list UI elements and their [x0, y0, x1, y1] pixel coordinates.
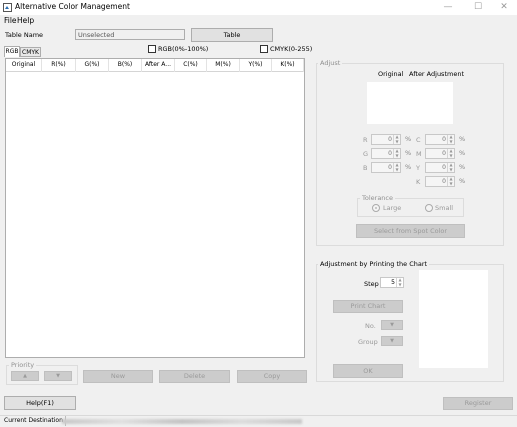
spinner-arrows-icon[interactable]: ▲ ▼ — [447, 148, 454, 158]
current-destination-label: Current Destination — [2, 416, 66, 426]
help-button[interactable]: Help(F1) — [4, 396, 76, 410]
color-preview — [367, 82, 453, 124]
col-k[interactable]: K(%) — [272, 59, 304, 72]
cmyk-255-checkbox[interactable] — [260, 45, 268, 53]
print-chart-button[interactable]: Print Chart — [333, 300, 403, 313]
k-spinner[interactable]: 0 ▲ ▼ — [425, 176, 455, 187]
rgb-percent-checkbox[interactable] — [148, 45, 156, 53]
tab-rgb[interactable]: RGB — [4, 46, 20, 57]
no-label: No. — [365, 322, 376, 330]
group-label: Group — [358, 338, 378, 346]
col-original[interactable]: Original — [6, 59, 42, 72]
register-button[interactable]: Register — [443, 397, 513, 410]
tolerance-small-radio[interactable] — [425, 204, 433, 212]
k-label: K — [416, 178, 421, 186]
tab-cmyk[interactable]: CMYK — [20, 47, 41, 57]
spinner-arrows-icon[interactable]: ▲ ▼ — [447, 162, 454, 172]
spinner-arrows-icon[interactable]: ▲ ▼ — [393, 148, 400, 158]
minimize-button[interactable]: — — [434, 0, 462, 15]
r-spinner[interactable]: 0 ▲ ▼ — [371, 134, 401, 145]
close-button[interactable]: ✕ — [490, 0, 517, 15]
after-adjustment-label: After Adjustment — [409, 70, 464, 78]
no-dropdown[interactable]: ▼ — [381, 320, 403, 330]
table-header: Original R(%) G(%) B(%) After A... C(%) … — [6, 59, 304, 72]
c-spinner[interactable]: 0 ▲ ▼ — [425, 134, 455, 145]
copy-button[interactable]: Copy — [237, 370, 307, 383]
col-m[interactable]: M(%) — [207, 59, 240, 72]
tolerance-large-label: Large — [383, 204, 402, 212]
col-g[interactable]: G(%) — [76, 59, 109, 72]
k-unit: % — [459, 177, 466, 185]
cmyk-255-label: CMYK(0-255) — [270, 45, 313, 53]
b-label: B — [363, 164, 368, 172]
chevron-down-icon: ▼ — [390, 338, 394, 344]
m-spinner[interactable]: 0 ▲ ▼ — [425, 148, 455, 159]
tolerance-title: Tolerance — [360, 194, 395, 202]
menu-file[interactable]: File — [4, 15, 17, 26]
arrow-up-icon: ▲ — [23, 373, 27, 379]
g-spinner[interactable]: 0 ▲ ▼ — [371, 148, 401, 159]
tolerance-large-radio[interactable] — [372, 204, 380, 212]
r-unit: % — [405, 135, 412, 143]
col-b[interactable]: B(%) — [109, 59, 142, 72]
y-unit: % — [459, 163, 466, 171]
current-destination-value — [62, 419, 302, 424]
maximize-button[interactable]: ☐ — [464, 0, 492, 15]
col-r[interactable]: R(%) — [42, 59, 76, 72]
table-name-label: Table Name — [5, 31, 44, 39]
priority-title: Priority — [9, 361, 37, 369]
menu-bar — [0, 15, 517, 26]
original-label: Original — [378, 70, 404, 78]
table-button[interactable]: Table — [191, 28, 273, 42]
b-spinner[interactable]: 0 ▲ ▼ — [371, 162, 401, 173]
col-c[interactable]: C(%) — [175, 59, 207, 72]
select-from-spot-color-button[interactable]: Select from Spot Color — [356, 224, 465, 238]
window-title: Alternative Color Management — [15, 2, 130, 11]
menu-help[interactable]: Help — [17, 15, 34, 26]
spinner-arrows-icon[interactable]: ▲ ▼ — [447, 134, 454, 144]
app-icon — [3, 3, 12, 12]
g-label: G — [363, 150, 369, 158]
step-spinner[interactable]: 5 ▲ ▼ — [380, 277, 404, 288]
c-unit: % — [459, 135, 466, 143]
g-unit: % — [405, 149, 412, 157]
y-label: Y — [416, 164, 420, 172]
col-y[interactable]: Y(%) — [240, 59, 272, 72]
chart-title: Adjustment by Printing the Chart — [318, 260, 430, 268]
c-label: C — [416, 136, 421, 144]
delete-button[interactable]: Delete — [159, 370, 230, 383]
arrow-down-icon: ▼ — [56, 373, 60, 379]
m-label: M — [416, 150, 422, 158]
b-unit: % — [405, 163, 412, 171]
tolerance-small-label: Small — [435, 204, 454, 212]
adjust-title: Adjust — [318, 59, 343, 67]
new-button[interactable]: New — [83, 370, 153, 383]
group-dropdown[interactable]: ▼ — [381, 336, 403, 346]
spinner-arrows-icon[interactable]: ▲ ▼ — [447, 176, 454, 186]
spinner-arrows-icon[interactable]: ▲ ▼ — [393, 162, 400, 172]
r-label: R — [363, 136, 368, 144]
chart-preview — [419, 270, 488, 368]
table-name-value: Unselected — [78, 31, 115, 39]
ok-button[interactable]: OK — [333, 364, 403, 378]
priority-down-button[interactable]: ▼ — [44, 371, 72, 381]
col-after[interactable]: After A... — [142, 59, 175, 72]
rgb-percent-label: RGB(0%-100%) — [158, 45, 209, 53]
spinner-arrows-icon[interactable]: ▲ ▼ — [393, 134, 400, 144]
m-unit: % — [459, 149, 466, 157]
priority-up-button[interactable]: ▲ — [11, 371, 39, 381]
step-label: Step — [364, 280, 379, 288]
y-spinner[interactable]: 0 ▲ ▼ — [425, 162, 455, 173]
color-table[interactable]: Original R(%) G(%) B(%) After A... C(%) … — [5, 58, 305, 358]
spinner-arrows-icon[interactable]: ▲ ▼ — [396, 277, 403, 287]
chevron-down-icon: ▼ — [390, 322, 394, 328]
table-name-field: Unselected — [75, 29, 185, 40]
